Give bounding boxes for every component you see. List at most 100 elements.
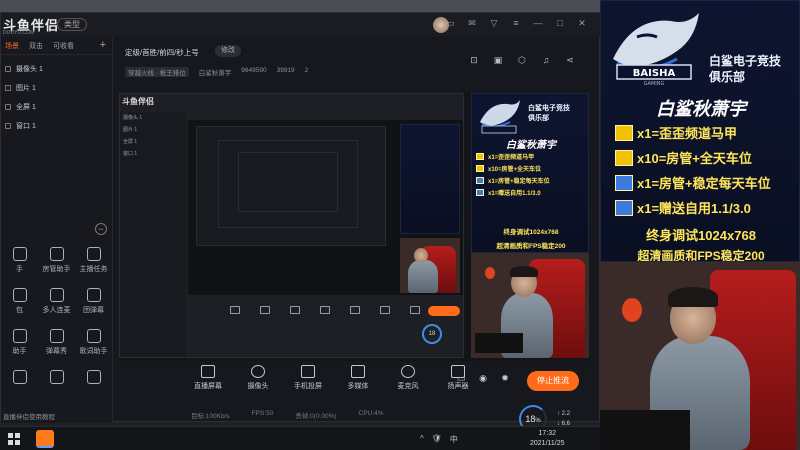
share-icon[interactable]: ⋖ — [565, 55, 575, 65]
list-item[interactable]: 摄像头 1 — [1, 59, 112, 78]
minimize-icon[interactable]: — — [533, 18, 543, 28]
hair — [668, 287, 718, 307]
tool-label: 包 — [16, 307, 23, 314]
title-bar[interactable]: 斗鱼伴侣 DOUYU.COM 类型 ▭ ✉ ▽ ≡ — □ ✕ — [1, 13, 601, 37]
tab-scenes[interactable]: 场景 — [5, 41, 19, 51]
perk-text: x10=房管+全天车位 — [637, 151, 752, 166]
microphone-button[interactable]: 麦克风 — [391, 365, 425, 391]
danmu-icon — [86, 288, 101, 302]
lock-icon[interactable]: ⊡ — [469, 55, 479, 65]
close-icon[interactable]: ✕ — [577, 18, 587, 28]
visibility-icon[interactable] — [5, 84, 11, 91]
mail-icon[interactable]: ✉ — [467, 18, 477, 28]
shield-icon[interactable]: 🛡 — [432, 434, 442, 445]
hair — [510, 266, 538, 277]
tool-multi-link[interactable]: 多人连麦 — [38, 288, 75, 315]
more-icon — [12, 370, 27, 384]
screen-capture-button[interactable]: 直播屏幕 — [191, 365, 225, 391]
mode-tag-button[interactable]: 类型 — [57, 18, 87, 31]
taskbar: ^ 🛡 中 17:32 2021/11/25 — [0, 426, 600, 450]
visibility-icon[interactable] — [5, 122, 11, 129]
tool-admin-helper[interactable]: 房管助手 — [38, 247, 75, 274]
settings-icon[interactable]: ✹ — [500, 373, 510, 383]
menu-icon[interactable]: ≡ — [511, 18, 521, 28]
system-tray: ^ 🛡 中 — [420, 434, 458, 445]
nested-tool-icon — [320, 306, 330, 314]
tool-grid-item[interactable] — [38, 370, 75, 384]
nested-tool-icon — [380, 306, 390, 314]
tool-streamer-task[interactable]: 主播任务 — [75, 247, 112, 274]
tool-more[interactable] — [1, 370, 38, 384]
add-scene-button[interactable]: + — [100, 39, 106, 51]
tray-expand-icon[interactable]: ^ — [420, 434, 424, 445]
gift-icon — [476, 153, 484, 160]
media-button[interactable]: 多媒体 — [341, 365, 375, 391]
nested-preview — [188, 120, 463, 295]
phone-cast-button[interactable]: 手机投屏 — [291, 365, 325, 391]
tool-bag[interactable]: 包 — [1, 288, 38, 315]
category-badge[interactable]: 穿越火线 · 枪王排位 — [125, 67, 189, 77]
tool-label: 手 — [16, 266, 23, 273]
person — [408, 260, 438, 293]
list-item[interactable]: 全屏 1 — [1, 97, 112, 116]
help-link[interactable]: 直播伴侣使用教程 — [3, 411, 55, 421]
club-name: 白鲨电子竞技 俱乐部 — [709, 53, 781, 85]
gift-icon — [476, 165, 484, 172]
camera-button[interactable]: 摄像头 — [241, 365, 275, 391]
visibility-icon[interactable] — [5, 103, 11, 110]
eye-icon[interactable]: ◉ — [478, 373, 488, 383]
scene-tabs: 场景 双击 可收看 + — [1, 37, 112, 55]
tool-hand[interactable]: 手 — [1, 247, 38, 274]
tool-dots[interactable] — [75, 370, 112, 384]
nested-sidebar: 摄像头 1 图片 1 全屏 1 窗口 1 — [120, 112, 186, 357]
tab-double-click[interactable]: 双击 — [29, 41, 43, 51]
shirt-icon[interactable]: ▽ — [489, 18, 499, 28]
source-label: 窗口 1 — [16, 122, 36, 130]
room-meta: 穿越火线 · 枪王排位 白鲨秋萧宇 9649590 39919 2 — [125, 67, 308, 77]
source-label: 摄像头 1 — [16, 65, 43, 73]
ime-indicator[interactable]: 中 — [450, 434, 458, 445]
perk-item: x1=房管+稳定每天车位 — [615, 173, 771, 192]
stream-preview[interactable]: 斗鱼伴侣 摄像头 1 图片 1 全屏 1 窗口 1 18 白鲨电子竞技 俱乐部 … — [119, 93, 589, 361]
camera-icon — [251, 365, 265, 378]
nested-tool-icon — [410, 306, 420, 314]
taskbar-clock[interactable]: 17:32 2021/11/25 — [530, 429, 565, 449]
camera-feed — [600, 262, 800, 450]
grid-icon — [49, 370, 64, 384]
edit-title-button[interactable]: 修改 — [215, 45, 241, 57]
hand-icon — [12, 247, 27, 261]
tool-danmu-group[interactable]: 团弹幕 — [75, 288, 112, 315]
nested-preview-window: 斗鱼伴侣 摄像头 1 图片 1 全屏 1 窗口 1 18 — [119, 93, 464, 358]
list-item[interactable]: 图片 1 — [1, 78, 112, 97]
control-label: 麦克风 — [397, 383, 419, 390]
nested-toolbar — [220, 300, 460, 320]
wallet-icon[interactable]: ▣ — [493, 55, 503, 65]
tool-label: 助手 — [12, 348, 27, 355]
douyu-app-icon[interactable] — [36, 430, 54, 448]
tool-lyrics[interactable]: 歌词助手 — [75, 329, 112, 356]
maximize-icon[interactable]: □ — [555, 18, 565, 28]
stream-overlay-panel: BAISHA GAMING 白鲨电子竞技 俱乐部 白鲨秋萧宇 x1=歪歪频道马甲 … — [600, 0, 800, 262]
stat-bitrate: 目标:100Kb/s — [191, 413, 230, 420]
perk-text: x10=房管+全天车位 — [488, 167, 542, 173]
bell-icon[interactable]: ♫ — [541, 55, 551, 65]
room-header: 定级/首胜/前四/秒上号 修改 穿越火线 · 枪王排位 白鲨秋萧宇 964959… — [119, 39, 589, 79]
tool-danmu-show[interactable]: 弹幕秀 — [38, 329, 75, 356]
cube-icon[interactable]: ⬡ — [517, 55, 527, 65]
app-logo-subtitle: DOUYU.COM — [3, 30, 35, 36]
scene-sidebar: 场景 双击 可收看 + 摄像头 1 图片 1 全屏 1 窗口 1 − 手 房管助… — [1, 37, 113, 423]
nested-source: 摄像头 1 — [123, 115, 143, 121]
tab-viewable[interactable]: 可收看 — [53, 41, 74, 51]
control-right-icons: ▭ ◉ ✹ — [456, 373, 510, 383]
record-icon[interactable]: ▭ — [456, 373, 466, 383]
recursive-frame — [238, 152, 338, 212]
stop-stream-button[interactable]: 停止推流 — [527, 371, 579, 391]
tool-label: 团弹幕 — [83, 307, 104, 314]
nested-tool-icon — [290, 306, 300, 314]
list-item[interactable]: 窗口 1 — [1, 116, 112, 135]
visibility-icon[interactable] — [5, 65, 11, 72]
windows-start-icon[interactable] — [8, 433, 20, 445]
message-icon[interactable]: ▭ — [445, 18, 455, 28]
tool-helper[interactable]: 助手 — [1, 329, 38, 356]
remove-source-button[interactable]: − — [95, 223, 107, 235]
